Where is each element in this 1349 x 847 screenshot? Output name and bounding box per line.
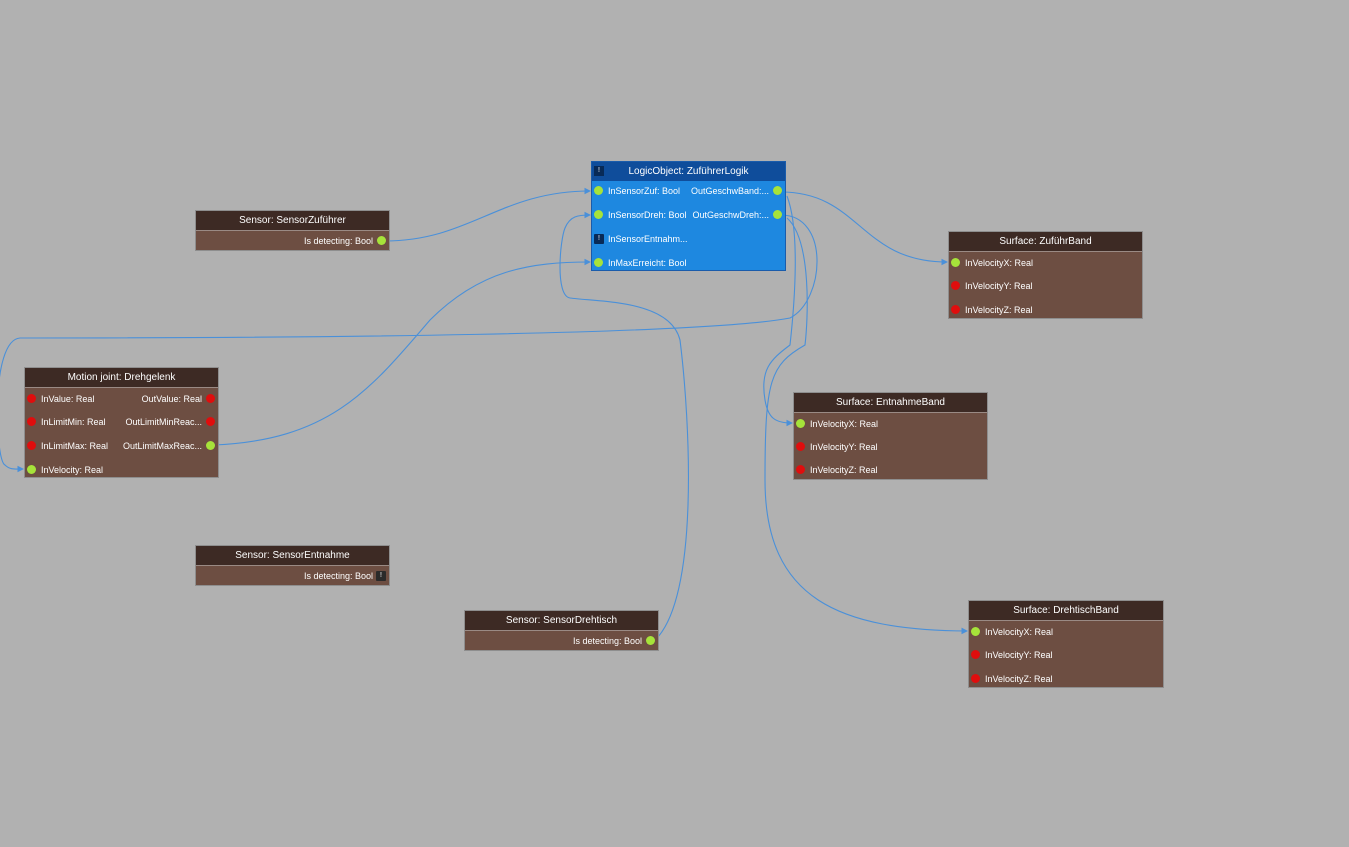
- input-port-label: InVelocityX: Real: [965, 258, 1034, 268]
- node-motion-joint[interactable]: Motion joint: Drehgelenk InValue: Real O…: [24, 367, 219, 478]
- input-port-dot[interactable]: [796, 419, 805, 428]
- input-port-label: InVelocityY: Real: [810, 442, 878, 452]
- output-port-dot[interactable]: [646, 636, 655, 645]
- output-port-label: OutGeschwBand:...: [690, 186, 769, 196]
- node-header[interactable]: Surface: ZuführBand: [949, 232, 1142, 252]
- node-header[interactable]: Sensor: SensorDrehtisch: [465, 611, 658, 631]
- port-row: InMaxErreicht: Bool: [592, 256, 785, 272]
- input-port-label: InLimitMin: Real: [41, 417, 106, 427]
- warning-icon[interactable]: !: [376, 571, 386, 581]
- port-row: Is detecting: Bool: [465, 634, 658, 650]
- node-title: Surface: EntnahmeBand: [836, 397, 945, 408]
- port-row: InValue: Real OutValue: Real: [25, 392, 218, 408]
- wire-motion-to-logic: [213, 258, 592, 446]
- input-port-dot[interactable]: [971, 674, 980, 683]
- output-port-label: Is detecting: Bool: [572, 636, 642, 646]
- node-title: LogicObject: ZuführerLogik: [628, 166, 749, 177]
- input-port-label: InSensorEntnahm...: [608, 234, 688, 244]
- node-title: Sensor: SensorDrehtisch: [505, 615, 618, 626]
- output-port-label: OutLimitMaxReac...: [122, 441, 202, 451]
- port-row: Is detecting: Bool !: [196, 569, 389, 585]
- port-row: InVelocityZ: Real: [969, 672, 1163, 688]
- port-row: InVelocityY: Real: [949, 279, 1142, 295]
- output-port-dot[interactable]: [377, 236, 386, 245]
- port-row: InVelocity: Real: [25, 463, 218, 479]
- node-header[interactable]: Surface: EntnahmeBand: [794, 393, 987, 413]
- node-title: Sensor: SensorZuführer: [239, 215, 346, 226]
- input-port-dot[interactable]: [27, 441, 36, 450]
- input-port-dot[interactable]: [951, 258, 960, 267]
- input-port-label: InVelocityY: Real: [985, 650, 1053, 660]
- wire-logic-to-zufuhrband: [780, 191, 949, 266]
- port-row: InVelocityX: Real: [969, 625, 1163, 641]
- output-port-label: OutGeschwDreh:...: [692, 210, 769, 220]
- input-port-dot[interactable]: [951, 305, 960, 314]
- output-port-label: Is detecting: Bool: [303, 236, 373, 246]
- wire-sensorzuf-to-logic: [384, 187, 592, 242]
- node-sensor-entnahme[interactable]: Sensor: SensorEntnahme Is detecting: Boo…: [195, 545, 390, 586]
- port-row: InVelocityX: Real: [949, 256, 1142, 272]
- input-port-dot[interactable]: [594, 210, 603, 219]
- port-row: InVelocityY: Real: [794, 440, 987, 456]
- input-port-label: InVelocityZ: Real: [985, 674, 1053, 684]
- input-port-label: InVelocity: Real: [41, 465, 104, 475]
- output-port-label: Is detecting: Bool: [303, 571, 373, 581]
- port-row: InVelocityZ: Real: [949, 303, 1142, 319]
- node-header[interactable]: Sensor: SensorEntnahme: [196, 546, 389, 566]
- node-title: Sensor: SensorEntnahme: [235, 550, 350, 561]
- input-port-label: InSensorDreh: Bool: [608, 210, 687, 220]
- node-logicobject[interactable]: ! LogicObject: ZuführerLogik InSensorZuf…: [591, 161, 786, 271]
- warning-icon[interactable]: !: [594, 234, 604, 244]
- port-row: InSensorZuf: Bool OutGeschwBand:...: [592, 184, 785, 200]
- input-port-label: InVelocityX: Real: [985, 627, 1054, 637]
- input-port-label: InVelocityX: Real: [810, 419, 879, 429]
- input-port-dot[interactable]: [951, 281, 960, 290]
- input-port-label: InVelocityY: Real: [965, 281, 1033, 291]
- node-sensor-zufuhrer[interactable]: Sensor: SensorZuführer Is detecting: Boo…: [195, 210, 390, 251]
- output-port-dot[interactable]: [206, 417, 215, 426]
- input-port-label: InMaxErreicht: Bool: [608, 258, 687, 268]
- input-port-dot[interactable]: [27, 394, 36, 403]
- input-port-label: InLimitMax: Real: [41, 441, 109, 451]
- input-port-dot[interactable]: [594, 258, 603, 267]
- node-header[interactable]: ! LogicObject: ZuführerLogik: [592, 162, 785, 181]
- node-title: Surface: DrehtischBand: [1013, 605, 1119, 616]
- warning-icon: !: [594, 166, 604, 176]
- input-port-dot[interactable]: [796, 465, 805, 474]
- port-row: InLimitMin: Real OutLimitMinReac...: [25, 415, 218, 431]
- node-header[interactable]: Sensor: SensorZuführer: [196, 211, 389, 231]
- input-port-dot[interactable]: [796, 442, 805, 451]
- output-port-label: OutValue: Real: [141, 394, 202, 404]
- port-row: InVelocityY: Real: [969, 648, 1163, 664]
- input-port-label: InSensorZuf: Bool: [608, 186, 681, 196]
- input-port-dot[interactable]: [27, 465, 36, 474]
- node-surface-entnahmeband[interactable]: Surface: EntnahmeBand InVelocityX: Real …: [793, 392, 988, 480]
- output-port-dot[interactable]: [773, 186, 782, 195]
- output-port-dot[interactable]: [206, 394, 215, 403]
- input-port-label: InValue: Real: [41, 394, 95, 404]
- node-title: Surface: ZuführBand: [999, 236, 1092, 247]
- node-sensor-drehtisch[interactable]: Sensor: SensorDrehtisch Is detecting: Bo…: [464, 610, 659, 651]
- input-port-label: InVelocityZ: Real: [965, 305, 1033, 315]
- port-row: InSensorDreh: Bool OutGeschwDreh:...: [592, 208, 785, 224]
- port-row: InVelocityZ: Real: [794, 463, 987, 479]
- node-surface-drehtischband[interactable]: Surface: DrehtischBand InVelocityX: Real…: [968, 600, 1164, 688]
- port-row: Is detecting: Bool: [196, 234, 389, 250]
- node-header[interactable]: Surface: DrehtischBand: [969, 601, 1163, 621]
- node-surface-zufuhrband[interactable]: Surface: ZuführBand InVelocityX: Real In…: [948, 231, 1143, 319]
- input-port-dot[interactable]: [971, 650, 980, 659]
- input-port-dot[interactable]: [971, 627, 980, 636]
- input-port-dot[interactable]: [594, 186, 603, 195]
- port-row: InVelocityX: Real: [794, 417, 987, 433]
- output-port-dot[interactable]: [206, 441, 215, 450]
- output-port-label: OutLimitMinReac...: [125, 417, 202, 427]
- port-row: ! InSensorEntnahm...: [592, 232, 785, 248]
- port-row: InLimitMax: Real OutLimitMaxReac...: [25, 439, 218, 455]
- node-title: Motion joint: Drehgelenk: [67, 372, 176, 383]
- wire-sensordreh-to-logic: [559, 211, 689, 642]
- output-port-dot[interactable]: [773, 210, 782, 219]
- node-header[interactable]: Motion joint: Drehgelenk: [25, 368, 218, 388]
- input-port-label: InVelocityZ: Real: [810, 465, 878, 475]
- input-port-dot[interactable]: [27, 417, 36, 426]
